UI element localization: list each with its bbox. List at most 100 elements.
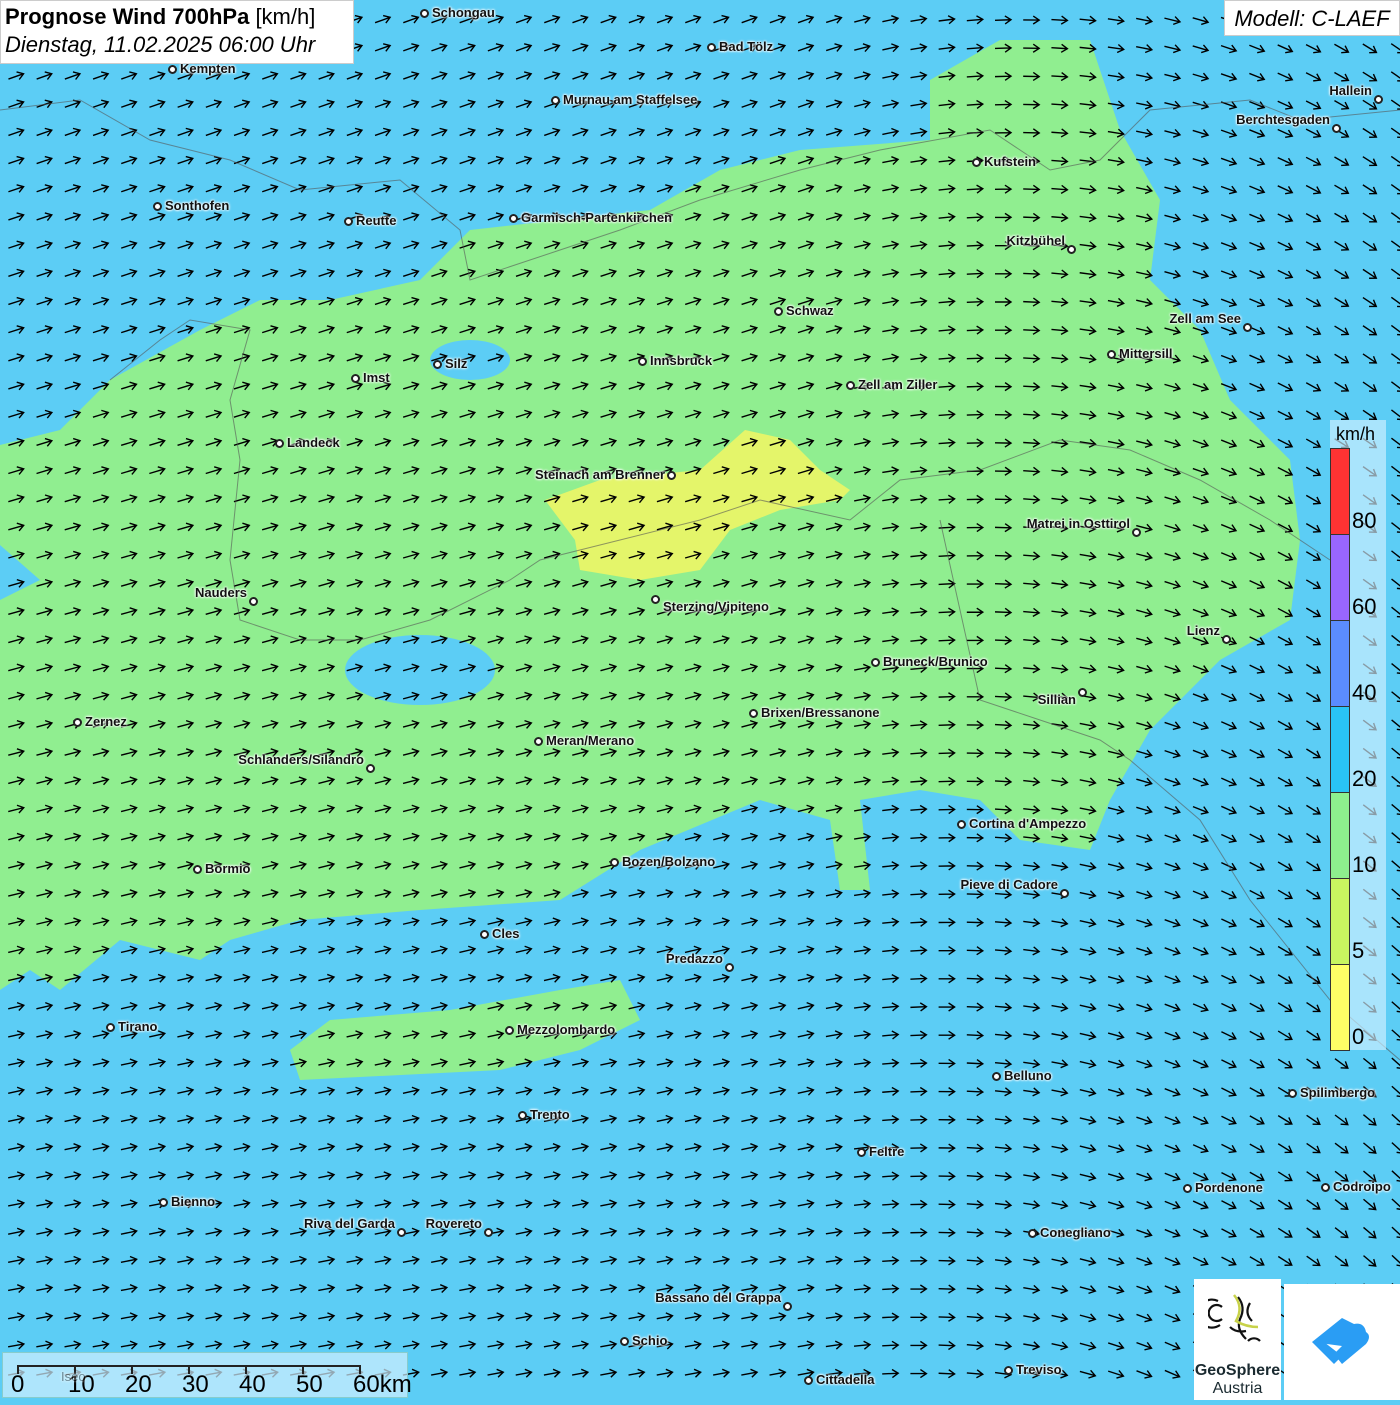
geosphere-logo-icon [1196,1294,1261,1342]
city-marker [610,858,619,867]
city-label: Pieve di Cadore [960,877,1058,892]
city-label: Trento [530,1107,570,1122]
city-marker [397,1228,406,1237]
city-label: Zell am Ziller [858,377,938,392]
city-label: Silz [445,356,468,371]
wind-zone-under-10 [430,340,510,380]
city-label: Tirano [118,1019,158,1034]
city-marker [1107,350,1116,359]
city-marker [1183,1184,1192,1193]
city-marker [366,764,375,773]
geosphere-austria-logo[interactable]: GeoSphere Austria [1194,1279,1281,1400]
city-marker [534,737,543,746]
city-label-faded: Iseo [61,1369,86,1384]
city-label: Lienz [1186,623,1220,638]
city-label: Predazzo [665,951,723,966]
city-label: Belluno [1004,1068,1052,1083]
city-label: Schongau [432,5,495,20]
city-marker [505,1026,514,1035]
city-marker [707,43,716,52]
city-label: Bassano del Grappa [655,1290,781,1305]
legend-label: 60 [1352,594,1377,619]
city-label: Kempten [180,61,236,76]
city-label: Bruneck/Brunico [883,654,988,669]
scale-label: 0 [11,1371,25,1398]
city-label: Reutte [356,213,397,228]
scale-label: 30 [182,1371,209,1398]
city-marker [509,214,518,223]
city-marker [168,65,177,74]
city-label: Murnau am Staffelsee [563,92,698,107]
city-label: Meran/Merano [546,733,635,748]
city-marker [1004,1366,1013,1375]
city-label: Zernez [85,714,127,729]
city-marker [344,217,353,226]
city-label: Bormio [205,861,251,876]
city-label: Zell am See [1169,311,1241,326]
city-marker [667,471,676,480]
city-label: Cittadella [816,1372,875,1387]
city-label: Imst [363,370,390,385]
city-label: Steinach am Brenner [534,467,665,482]
city-marker [420,9,429,18]
city-label: Sonthofen [165,198,230,213]
city-marker [651,595,660,604]
city-marker [871,658,880,667]
legend-label: 40 [1352,680,1377,705]
city-marker [774,307,783,316]
city-label: Schio [632,1333,668,1348]
geosphere-text: GeoSphere [1194,1362,1281,1379]
city-label: Riva del Garda [303,1216,395,1231]
legend-label: 0 [1352,1024,1365,1049]
city-label: Matrei in Osttirol [1026,516,1130,531]
city-label: Berchtesgaden [1236,112,1330,127]
city-marker [484,1228,493,1237]
city-marker [1078,688,1087,697]
city-marker [518,1111,527,1120]
city-marker [638,357,647,366]
city-marker [106,1023,115,1032]
legend-swatch [1330,534,1350,621]
austria-text: Austria [1212,1380,1263,1397]
legend-swatch [1330,792,1350,879]
city-marker [433,360,442,369]
city-label: Cles [492,926,520,941]
city-marker [620,1337,629,1346]
city-marker [857,1148,866,1157]
title-box: Prognose Wind 700hPa [km/h] Dienstag, 11… [0,0,354,64]
city-label: Cortina d'Ampezzo [969,816,1087,831]
city-marker [1028,1229,1037,1238]
city-label: Innsbruck [650,353,713,368]
city-marker [1222,635,1231,644]
city-label: Codroipo [1333,1179,1391,1194]
title-unit: [km/h] [255,4,316,29]
city-label: Sillian [1037,692,1076,707]
forecast-datetime: Dienstag, 11.02.2025 06:00 Uhr [5,32,316,57]
city-label: Schlanders/Silandro [238,752,364,767]
city-marker [551,96,560,105]
city-marker [992,1072,1001,1081]
legend-swatch [1330,448,1350,535]
city-label: Bozen/Bolzano [622,854,716,869]
city-label: Landeck [287,435,340,450]
app-logo[interactable] [1284,1284,1400,1400]
city-marker [480,930,489,939]
city-label: Spilimbergo [1300,1085,1376,1100]
scale-label: 40 [239,1371,266,1398]
scale-label: 50 [296,1371,323,1398]
legend-swatch [1330,878,1350,965]
scale-label: 60km [353,1371,412,1398]
city-marker [957,820,966,829]
city-label: Sterzing/Vipiteno [663,599,769,614]
city-marker [1288,1089,1297,1098]
legend: km/h 80 60 40 20 10 5 0 [1330,420,1386,1051]
legend-swatch [1330,964,1350,1051]
city-label: Hallein [1329,83,1372,98]
legend-unit: km/h [1336,424,1376,444]
scale-bar: 0 10 20 30 40 50 60km Iseo [2,1352,412,1398]
city-marker [1332,124,1341,133]
legend-label: 10 [1352,852,1377,877]
city-marker [804,1376,813,1385]
city-marker [1243,323,1252,332]
city-label: Kufstein [984,154,1036,169]
